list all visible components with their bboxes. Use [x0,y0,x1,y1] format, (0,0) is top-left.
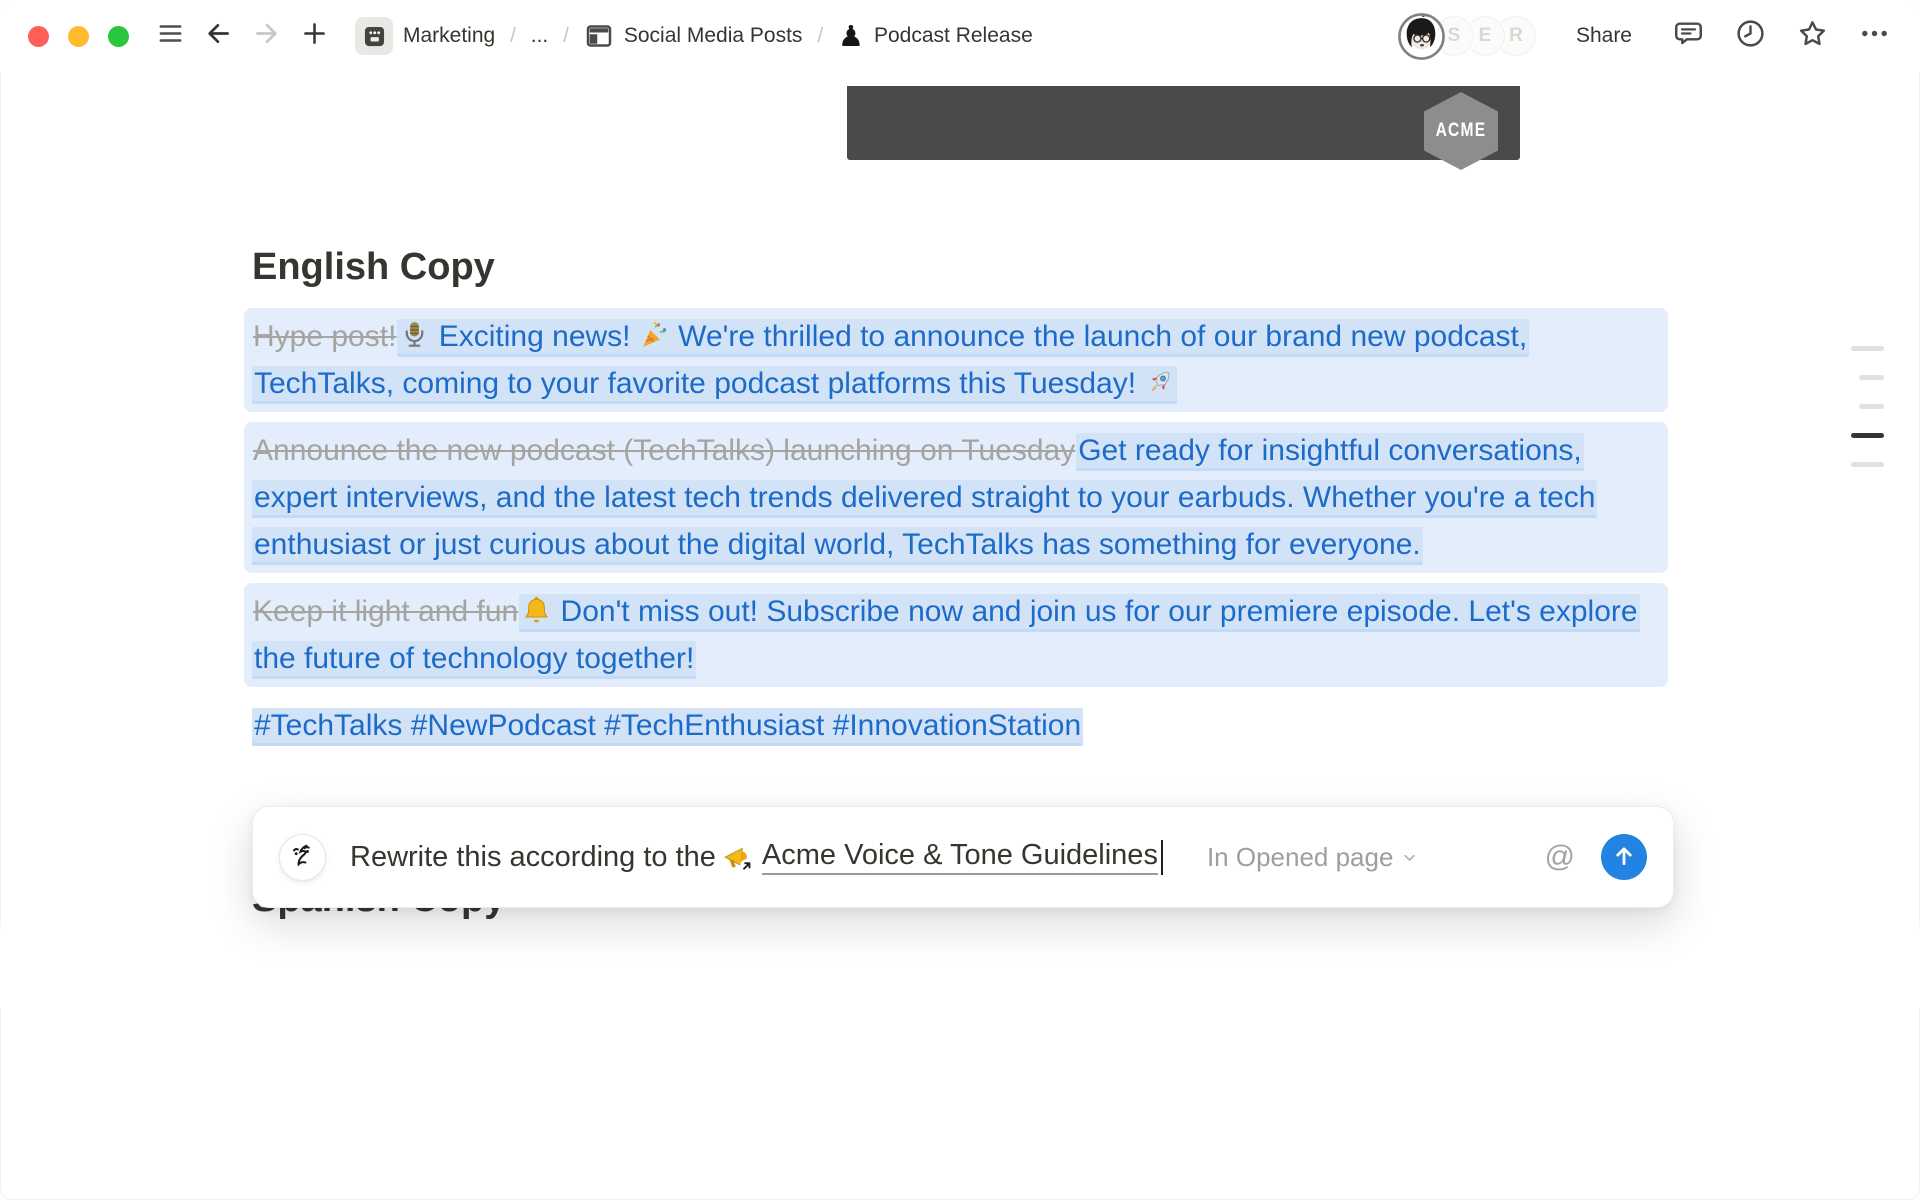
comments-button[interactable] [1668,16,1708,56]
toc-line-active[interactable] [1851,433,1884,438]
history-button[interactable] [1730,16,1770,56]
forward-button[interactable] [249,19,283,53]
arrow-left-icon [204,19,233,53]
breadcrumb: Marketing /... / Social Media Posts / ♟ Podcas… [351,14,1037,58]
content-fade-overlay [0,919,1920,1009]
acme-logo: ACME [1424,92,1498,170]
breadcrumb-item-social-media-posts[interactable]: Social Media Posts [580,18,807,54]
toc-line[interactable] [1851,346,1884,351]
breadcrumb-label: Social Media Posts [624,24,803,48]
breadcrumb-item-podcast-release[interactable]: ♟ Podcast Release [834,19,1037,54]
breadcrumb-separator: / [817,25,823,48]
zoom-window-button[interactable] [108,26,129,47]
notion-ai-icon [279,834,326,881]
more-options-button[interactable] [1854,16,1894,56]
chevron-down-icon [1401,842,1418,873]
breadcrumb-label: ... [531,24,549,48]
comment-bubble-icon [1673,18,1704,54]
text-cursor [1161,840,1163,875]
avatar[interactable] [1398,13,1445,60]
minimize-window-button[interactable] [68,26,89,47]
teamspace-board-icon [355,17,393,55]
suggested-edit-paragraph[interactable]: Keep it light and fun Don't miss out! Su… [244,583,1668,687]
page-mention[interactable]: Acme Voice & Tone Guidelines [762,839,1158,875]
mention-at-button[interactable]: @ [1545,842,1575,872]
suggested-edit-paragraph[interactable]: Announce the new podcast (TechTalks) lau… [244,422,1668,573]
window-controls [28,26,129,47]
cover-image: ACME [847,86,1520,160]
breadcrumb-item-[interactable]: ... [527,21,553,51]
breadcrumb-item-marketing[interactable]: Marketing [351,14,499,58]
ellipsis-icon [1859,18,1890,54]
breadcrumb-separator: / [510,25,516,48]
ai-prompt-actions: @ [1545,834,1647,880]
new-tab-button[interactable] [297,19,331,53]
toolbar: Marketing /... / Social Media Posts / ♟ Podcas… [0,0,1920,72]
breadcrumb-label: Marketing [403,24,495,48]
ai-prompt-input[interactable]: Rewrite this according to the Acme Voice… [350,839,1163,875]
deleted-text-run: Hype post! [252,320,397,353]
hashtags-paragraph[interactable]: #TechTalks #NewPodcast #TechEnthusiast #… [244,697,1668,754]
chess-pawn-icon: ♟ [838,22,864,51]
sidebar-toggle-button[interactable] [153,19,187,53]
breadcrumb-separator: / [563,25,569,48]
ai-prompt-bar: Rewrite this according to the Acme Voice… [252,806,1674,908]
toc-line[interactable] [1859,404,1884,409]
suggested-edit-paragraph[interactable]: Hype post! Exciting news! We're thrilled… [244,308,1668,412]
ai-prompt-text: Rewrite this according to the [350,841,716,874]
arrow-up-icon [1611,843,1637,872]
plus-icon [300,19,329,53]
deleted-text-run: Announce the new podcast (TechTalks) lau… [252,434,1076,467]
clock-icon [1735,18,1766,54]
breadcrumb-label: Podcast Release [874,24,1033,48]
hamburger-icon [156,19,185,53]
scope-label: In Opened page [1207,842,1394,873]
kanban-board-icon [584,21,614,51]
bell-emoji [521,595,552,626]
inserted-text-run: Exciting news! We're thrilled to announc… [252,319,1529,404]
send-prompt-button[interactable] [1601,834,1647,880]
acme-logo-text: ACME [1436,120,1487,142]
deleted-text-run: Keep it light and fun [252,595,519,628]
toolbar-right: S E R Share [1398,13,1894,60]
app-window: Marketing /... / Social Media Posts / ♟ Podcas… [0,0,1920,1200]
close-window-button[interactable] [28,26,49,47]
table-of-contents-indicator [1851,346,1884,467]
share-button[interactable]: Share [1568,20,1640,52]
back-button[interactable] [201,19,235,53]
inserted-text-run: #TechTalks #NewPodcast #TechEnthusiast #… [252,708,1083,746]
studio-microphone-emoji [399,320,430,351]
toc-line[interactable] [1851,462,1884,467]
star-icon [1797,18,1828,54]
megaphone-link-icon [722,841,754,873]
scope-dropdown[interactable]: In Opened page [1207,842,1419,873]
favorite-button[interactable] [1792,16,1832,56]
document-body: Hype post! Exciting news! We're thrilled… [244,308,1668,754]
party-popper-emoji [639,320,670,351]
page-heading[interactable]: English Copy [252,243,495,291]
toc-line[interactable] [1859,375,1884,380]
arrow-right-icon [252,19,281,53]
presence-avatars: S E R [1398,13,1538,60]
rocket-emoji [1144,367,1175,398]
